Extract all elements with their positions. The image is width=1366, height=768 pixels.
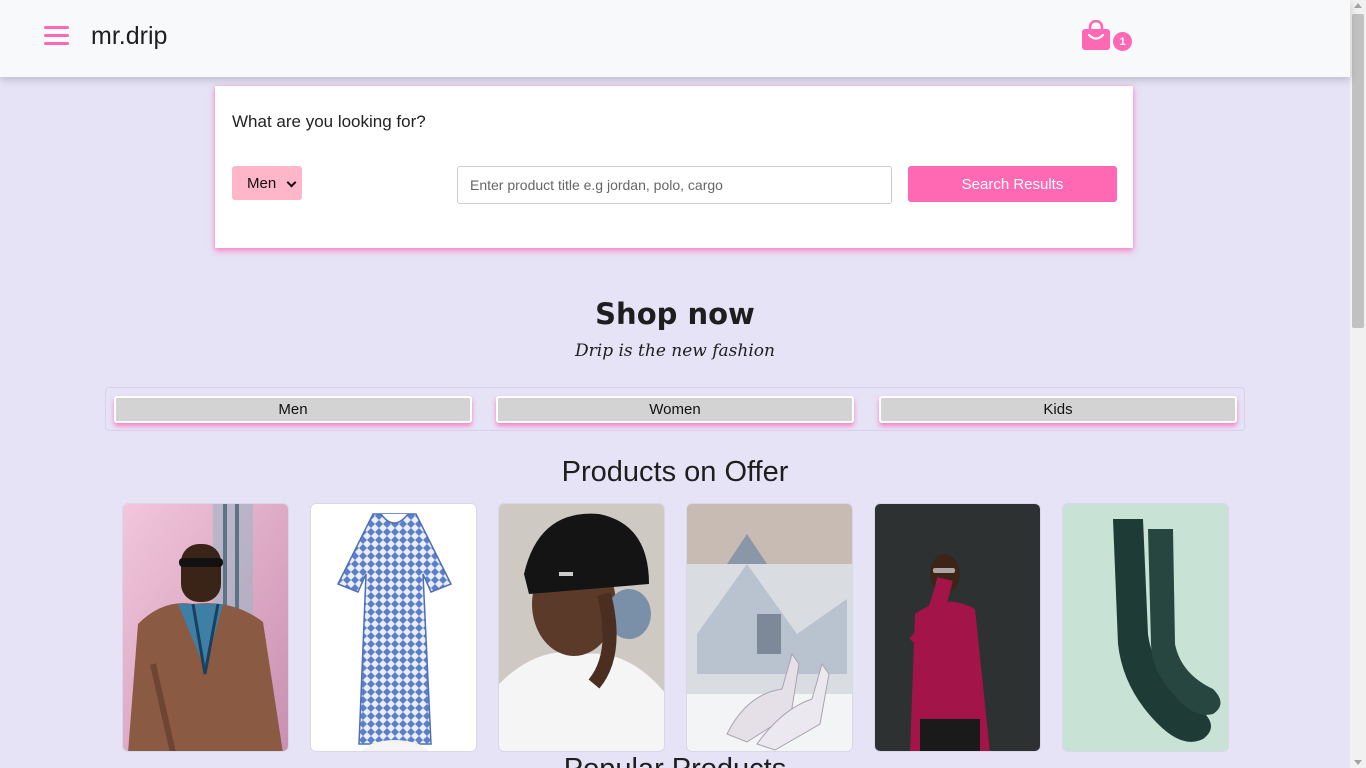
product-card[interactable] bbox=[686, 503, 853, 752]
shopping-bag-icon bbox=[1082, 20, 1110, 50]
products-on-offer-heading: Products on Offer bbox=[561, 456, 789, 488]
silver-heels-photo bbox=[687, 504, 852, 751]
man-leather-jacket-photo bbox=[123, 504, 288, 751]
green-socks-photo bbox=[1063, 504, 1228, 751]
category-tabs: Men Women Kids bbox=[105, 387, 1245, 431]
top-navbar: mr.drip 1 bbox=[0, 0, 1350, 77]
category-button-men[interactable]: Men bbox=[114, 396, 472, 423]
brand-logo[interactable]: mr.drip bbox=[91, 22, 167, 51]
product-card[interactable] bbox=[310, 503, 477, 752]
menu-icon[interactable] bbox=[44, 26, 69, 46]
shop-now-heading: Shop now bbox=[595, 297, 755, 331]
cart-button[interactable]: 1 bbox=[1080, 20, 1136, 56]
shop-now-subtitle: Drip is the new fashion bbox=[575, 341, 775, 361]
page-scrollbar[interactable] bbox=[1350, 0, 1366, 768]
search-panel: What are you looking for? Men Search Res… bbox=[215, 86, 1133, 248]
category-button-kids[interactable]: Kids bbox=[879, 396, 1237, 423]
cart-count-badge: 1 bbox=[1113, 32, 1132, 51]
product-search-input[interactable] bbox=[457, 166, 892, 204]
product-card[interactable] bbox=[122, 503, 289, 752]
category-select-value: Men bbox=[247, 174, 277, 192]
chevron-down-icon bbox=[286, 177, 297, 188]
product-card[interactable] bbox=[1062, 503, 1229, 752]
product-card[interactable] bbox=[874, 503, 1041, 752]
search-question-label: What are you looking for? bbox=[232, 112, 426, 131]
popular-products-heading: Popular Products bbox=[0, 752, 1350, 768]
blue-print-dress-photo bbox=[311, 504, 476, 751]
scroll-down-arrow-icon[interactable] bbox=[1354, 760, 1362, 765]
product-card[interactable] bbox=[498, 503, 665, 752]
scroll-up-arrow-icon[interactable] bbox=[1354, 3, 1362, 8]
woman-black-beanie-photo bbox=[499, 504, 664, 751]
search-results-button[interactable]: Search Results bbox=[908, 166, 1117, 202]
man-magenta-sweater-photo bbox=[875, 504, 1040, 751]
category-select[interactable]: Men bbox=[232, 166, 302, 200]
scrollbar-thumb[interactable] bbox=[1352, 14, 1364, 328]
category-button-women[interactable]: Women bbox=[496, 396, 854, 423]
